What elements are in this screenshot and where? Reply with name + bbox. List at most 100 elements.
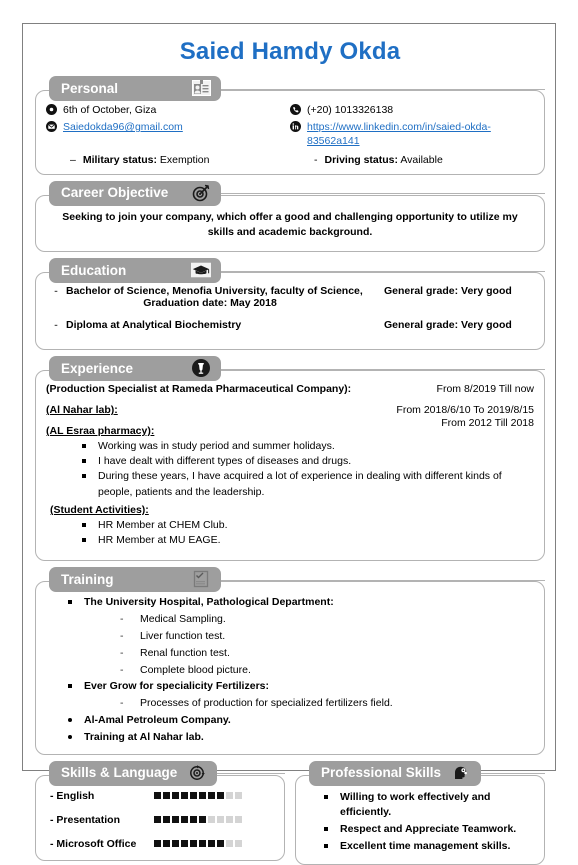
military-status-label: Military status: <box>83 154 157 166</box>
experience-role-date: From 8/2019 Till now <box>364 383 534 395</box>
rating-square <box>208 792 215 799</box>
student-activities-list: HR Member at CHEM Club. HR Member at MU … <box>46 518 534 548</box>
rating-square <box>190 816 197 823</box>
section-body-education: - Bachelor of Science, Menofia Universit… <box>35 272 545 350</box>
briefcase-badge-icon <box>191 358 211 378</box>
list-item: HR Member at MU EAGE. <box>82 533 534 548</box>
education-degree: Bachelor of Science, Menofia University,… <box>66 285 363 297</box>
rating-square <box>226 792 233 799</box>
experience-role: (Al Nahar lab): From 2018/6/10 To 2019/8… <box>46 404 534 416</box>
rating-square <box>172 816 179 823</box>
clipboard-check-icon <box>191 569 211 589</box>
head-gears-icon <box>451 763 471 783</box>
military-status-value: Exemption <box>160 154 210 166</box>
section-header-personal: Personal <box>49 76 221 101</box>
rating-square <box>190 840 197 847</box>
training-item: Al-Amal Petroleum Company. <box>68 712 534 729</box>
skill-rating <box>154 816 242 823</box>
section-body-personal: 6th of October, Giza Saiedokda96@gmail.c… <box>35 90 545 175</box>
rating-square <box>217 816 224 823</box>
contact-email[interactable]: Saiedokda96@gmail.com <box>46 120 290 134</box>
skill-row: - English <box>46 790 274 802</box>
skill-label: - Microsoft Office <box>50 838 154 850</box>
cv-page: Saied Hamdy Okda Personal <box>22 23 556 771</box>
list-item: Processes of production for specialized … <box>120 695 534 712</box>
rating-square <box>154 792 161 799</box>
section-training: Training The University Hospital, Pathol… <box>35 567 545 754</box>
section-header-professional-skills: Professional Skills <box>309 761 481 786</box>
experience-duties-list: Working was in study period and summer h… <box>46 439 534 500</box>
dash-marker: - <box>46 285 66 297</box>
list-item: Excellent time management skills. <box>324 839 534 854</box>
experience-role: (Production Specialist at Rameda Pharmac… <box>46 383 534 395</box>
skill-label: - English <box>50 790 154 802</box>
rating-square <box>172 792 179 799</box>
dash-marker: – <box>70 154 76 166</box>
section-title-experience: Experience <box>61 361 133 376</box>
dash-marker: - <box>314 154 318 166</box>
list-item: Renal function test. <box>120 645 534 662</box>
skill-rating <box>154 840 242 847</box>
list-item: Willing to work effectively and efficien… <box>324 790 534 820</box>
training-item: Ever Grow for specialicity Fertilizers: … <box>68 678 534 712</box>
header-rule <box>221 271 545 272</box>
linkedin-url[interactable]: https://www.linkedin.com/in/saied-okda-8… <box>307 120 534 148</box>
education-grade: General grade: Very good <box>384 319 534 331</box>
list-item: Respect and Appreciate Teamwork. <box>324 822 534 837</box>
list-item: Medical Sampling. <box>120 611 534 628</box>
skill-label: - Presentation <box>50 814 154 826</box>
section-skills-language: Skills & Language <box>35 761 285 861</box>
section-body-experience: (Production Specialist at Rameda Pharmac… <box>35 370 545 561</box>
header-rule <box>221 369 545 370</box>
experience-role-title: (Production Specialist at Rameda Pharmac… <box>46 383 351 395</box>
list-item: I have dealt with different types of dis… <box>82 454 534 469</box>
experience-role: (AL Esraa pharmacy): From 2012 Till 2018 <box>46 425 534 437</box>
rating-square <box>163 840 170 847</box>
list-item: Complete blood picture. <box>120 662 534 679</box>
training-list: The University Hospital, Pathological De… <box>46 594 534 745</box>
contact-linkedin[interactable]: https://www.linkedin.com/in/saied-okda-8… <box>290 120 534 148</box>
training-subitems: Processes of production for specialized … <box>84 695 534 712</box>
experience-role-date: From 2012 Till 2018 <box>334 417 534 429</box>
linkedin-icon <box>290 121 301 132</box>
location-text: 6th of October, Giza <box>63 103 156 117</box>
rating-square <box>163 792 170 799</box>
email-text[interactable]: Saiedokda96@gmail.com <box>63 120 183 134</box>
rating-square <box>208 816 215 823</box>
section-personal: Personal <box>35 76 545 175</box>
student-activities-title: (Student Activities): <box>50 504 534 516</box>
rating-square <box>199 792 206 799</box>
career-objective-text: Seeking to join your company, which offe… <box>46 208 534 246</box>
education-grade: General grade: Very good <box>384 285 534 297</box>
section-body-training: The University Hospital, Pathological De… <box>35 581 545 754</box>
dash-marker: - <box>46 319 66 331</box>
rating-square <box>208 840 215 847</box>
training-item-label: Ever Grow for specialicity Fertilizers: <box>84 680 269 692</box>
graduation-cap-icon <box>191 260 211 280</box>
rating-square <box>199 816 206 823</box>
section-career-objective: Career Objective Seeking to join your co… <box>35 181 545 253</box>
contact-location: 6th of October, Giza <box>46 103 290 117</box>
education-item: - Bachelor of Science, Menofia Universit… <box>46 285 534 309</box>
training-item-label: Training at Al Nahar lab. <box>84 731 204 743</box>
driving-status: - Driving status: Available <box>314 154 534 166</box>
training-item: The University Hospital, Pathological De… <box>68 594 534 678</box>
rating-square <box>235 816 242 823</box>
list-item: HR Member at CHEM Club. <box>82 518 534 533</box>
section-professional-skills: Professional Skills <box>295 761 545 865</box>
section-header-training: Training <box>49 567 221 592</box>
rating-square <box>163 816 170 823</box>
experience-role-title: (Al Nahar lab): <box>46 404 118 416</box>
rating-square <box>172 840 179 847</box>
rating-square <box>226 840 233 847</box>
experience-role-date: From 2018/6/10 To 2019/8/15 <box>344 404 534 416</box>
rating-square <box>235 792 242 799</box>
education-degree: Diploma at Analytical Biochemistry <box>66 319 241 331</box>
section-header-experience: Experience <box>49 356 221 381</box>
training-item: Training at Al Nahar lab. <box>68 729 534 746</box>
section-body-professional-skills: Willing to work effectively and efficien… <box>295 775 545 865</box>
skill-rating <box>154 792 242 799</box>
header-rule <box>481 773 545 774</box>
contact-phone: (+20) 1013326138 <box>290 103 534 117</box>
section-header-education: Education <box>49 258 221 283</box>
